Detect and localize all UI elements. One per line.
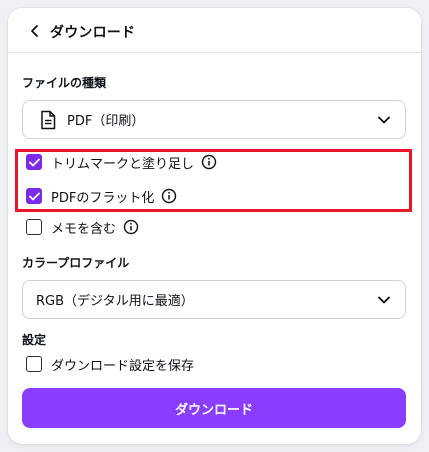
color-profile-select[interactable]: RGB（デジタル用に最適） [22,280,406,319]
download-button[interactable]: ダウンロード [22,388,406,428]
chevron-down-icon [378,296,390,304]
panel-title: ダウンロード [50,25,136,41]
chevron-left-icon [31,25,38,37]
include-notes-checkbox[interactable] [26,219,42,235]
info-icon[interactable] [123,219,139,235]
file-type-select[interactable]: PDF（印刷） [22,100,406,139]
highlight-box [15,149,412,212]
settings-label: 設定 [22,333,47,347]
file-type-label: ファイルの種類 [22,76,107,90]
save-settings-checkbox[interactable] [26,356,42,372]
panel-header: ダウンロード [8,8,421,53]
document-icon [41,110,56,130]
save-settings-label: ダウンロード設定を保存 [51,358,195,374]
include-notes-option[interactable]: メモを含む [26,216,139,238]
color-profile-label: カラープロファイル [22,256,130,270]
chevron-down-icon [378,116,390,124]
back-button[interactable] [26,22,44,40]
color-profile-value: RGB（デジタル用に最適） [36,294,194,309]
include-notes-label: メモを含む [51,221,117,237]
save-settings-option[interactable]: ダウンロード設定を保存 [26,353,194,375]
file-type-value: PDF（印刷） [67,114,145,129]
download-panel: ダウンロード ファイルの種類 PDF（印刷） トリムマークと塗り足し PDFのフ… [8,8,421,444]
